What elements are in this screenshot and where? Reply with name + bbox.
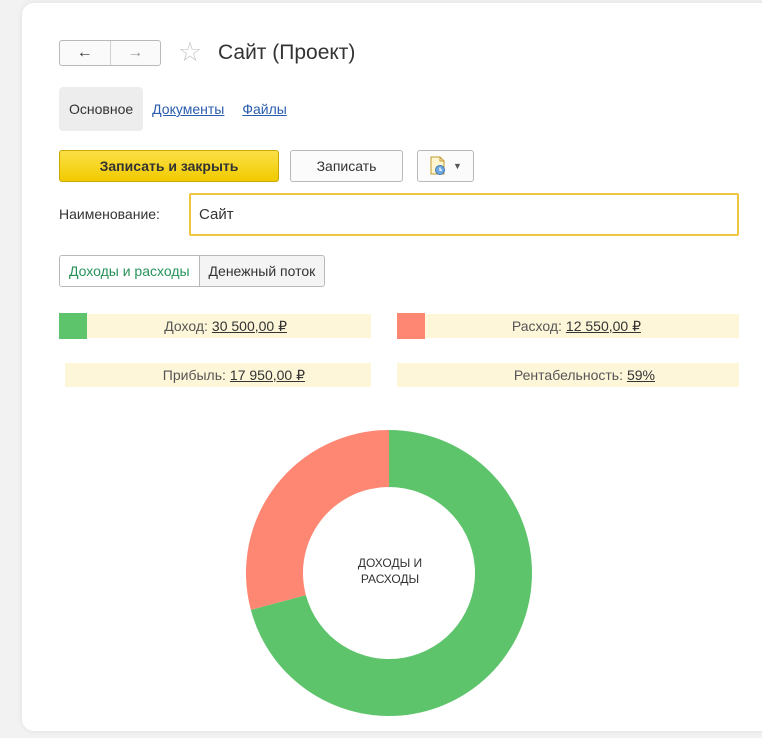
profitability-label: Рентабельность:: [513, 367, 623, 383]
star-icon[interactable]: ☆: [175, 37, 205, 67]
profitability-stat: Рентабельность: 59%: [397, 363, 739, 387]
expense-label: Расход:: [511, 318, 562, 334]
name-input[interactable]: [189, 193, 739, 236]
chart-center-label: ДОХОДЫ И РАСХОДЫ: [330, 555, 450, 587]
view-switch: Доходы и расходы Денежный поток: [59, 255, 326, 287]
chart-center-label-line1: ДОХОДЫ И: [357, 556, 423, 570]
save-and-close-button[interactable]: Записать и закрыть: [59, 150, 279, 182]
tab-documents[interactable]: Документы: [143, 87, 233, 131]
form-tabs: Основное Документы Файлы: [59, 87, 296, 131]
back-button[interactable]: ←: [60, 41, 110, 65]
expense-swatch: [397, 313, 425, 339]
income-stat: Доход: 30 500,00 ₽: [87, 314, 371, 338]
profit-label: Прибыль:: [162, 367, 226, 383]
chart-center-label-line2: РАСХОДЫ: [360, 572, 420, 586]
profit-value[interactable]: 17 950,00 ₽: [230, 367, 305, 384]
chevron-down-icon: ▼: [453, 161, 462, 171]
arrow-left-icon: ←: [76, 44, 93, 61]
view-cash-flow[interactable]: Денежный поток: [199, 256, 325, 286]
income-label: Доход:: [164, 318, 208, 334]
more-actions-button[interactable]: ▼: [417, 150, 474, 182]
profit-stat: Прибыль: 17 950,00 ₽: [65, 363, 371, 387]
navigation-buttons: ← →: [59, 40, 161, 66]
expense-stat: Расход: 12 550,00 ₽: [425, 314, 739, 338]
expense-value[interactable]: 12 550,00 ₽: [566, 318, 641, 335]
income-value[interactable]: 30 500,00 ₽: [212, 318, 287, 335]
document-clock-icon: [430, 156, 446, 175]
tab-main[interactable]: Основное: [59, 87, 144, 131]
save-button[interactable]: Записать: [290, 150, 403, 182]
view-income-expense[interactable]: Доходы и расходы: [60, 256, 200, 286]
arrow-right-icon: →: [127, 44, 144, 61]
income-swatch: [59, 313, 87, 339]
profitability-value[interactable]: 59%: [627, 367, 655, 383]
page-title: Сайт (Проект): [218, 41, 356, 64]
name-field-label: Наименование:: [59, 206, 160, 222]
forward-button[interactable]: →: [109, 41, 161, 65]
tab-files[interactable]: Файлы: [233, 87, 295, 131]
